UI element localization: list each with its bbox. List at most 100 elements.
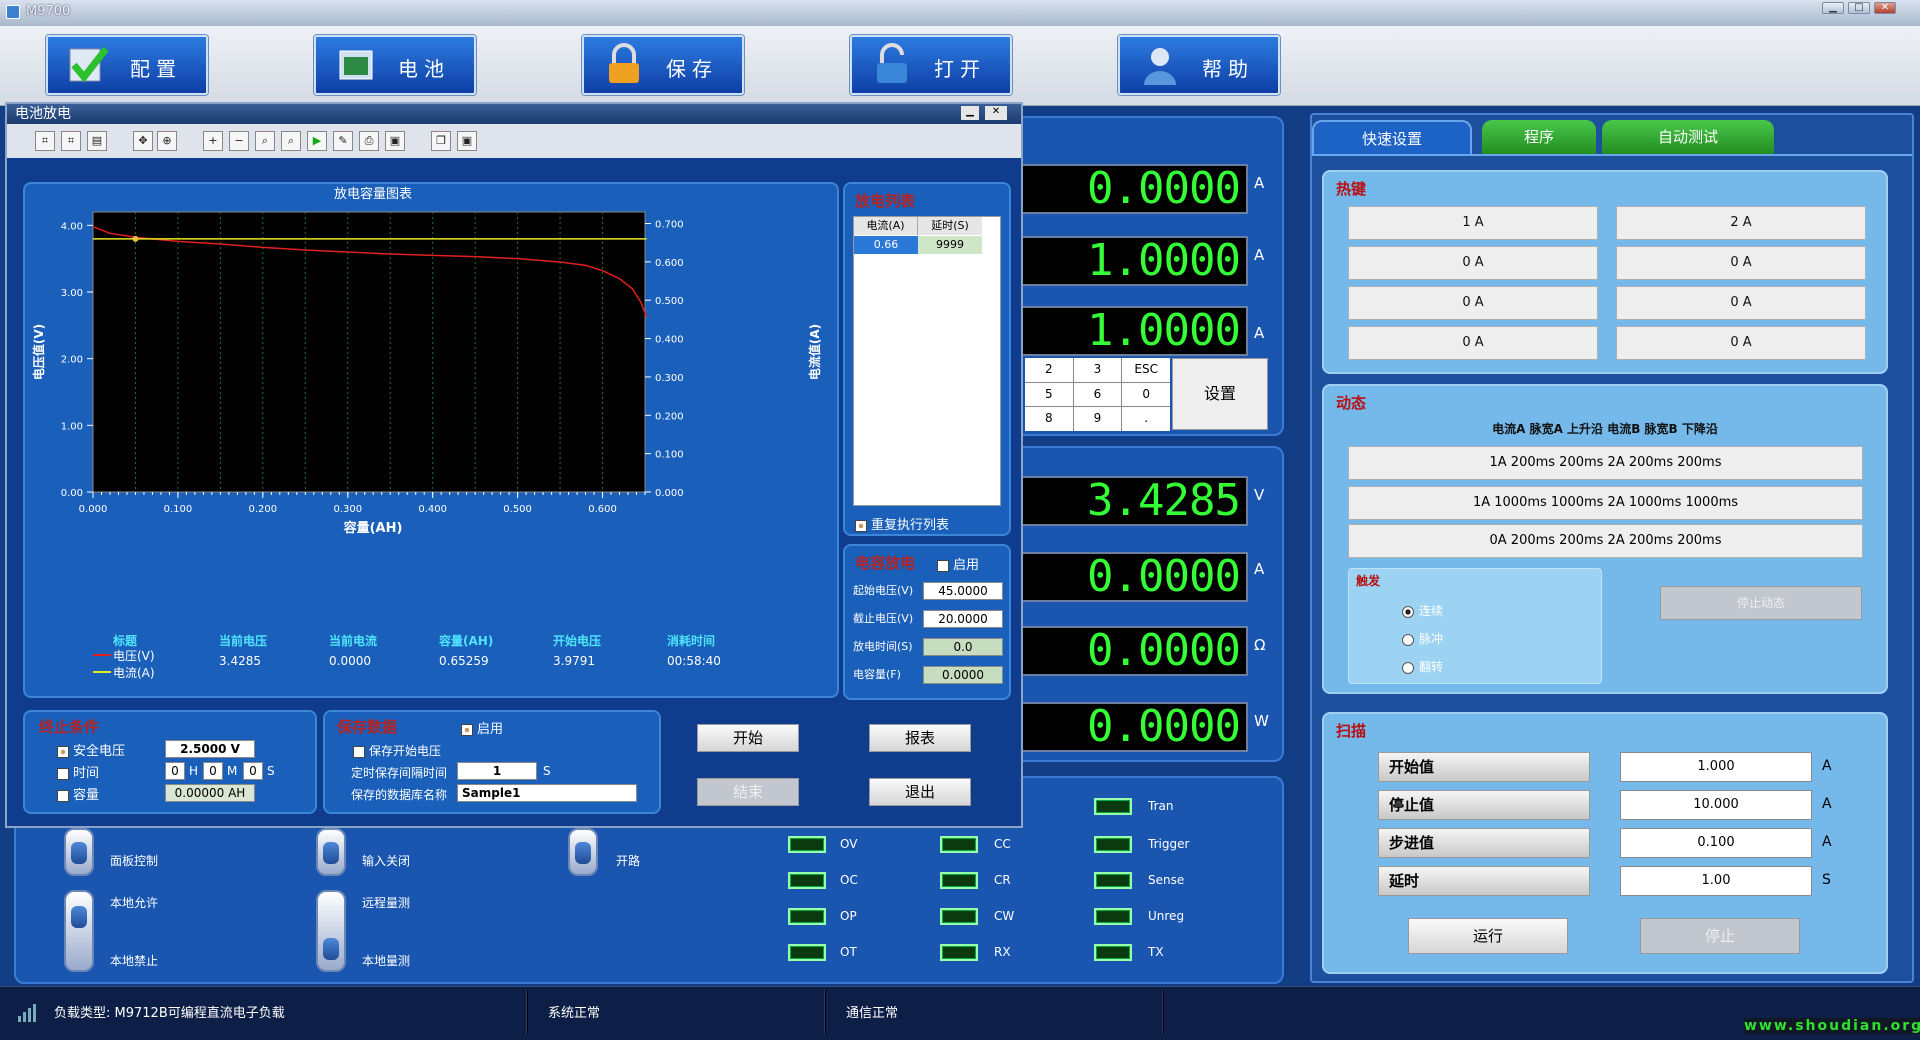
stop-dynamic-button[interactable]: 停止动态 [1660, 586, 1862, 620]
zoom-in-icon[interactable]: + [203, 131, 223, 151]
scan-delay-input[interactable]: 1.00 [1620, 866, 1812, 896]
input-close-switch[interactable] [316, 828, 346, 876]
safe-voltage-checkbox[interactable]: 安全电压 [57, 740, 125, 759]
cap-start-voltage-input[interactable]: 45.0000 [923, 582, 1003, 600]
scan-stop-input[interactable]: 10.000 [1620, 790, 1812, 820]
open-button[interactable]: 打开 [850, 35, 1012, 95]
time-minutes-input[interactable]: 0 [203, 762, 223, 780]
key-2[interactable]: 2 [1025, 358, 1073, 382]
dynamic-item-3[interactable]: 0A 200ms 200ms 2A 200ms 200ms [1348, 524, 1863, 558]
save-name-input[interactable]: Sample1 [457, 784, 637, 802]
safe-voltage-input[interactable]: 2.5000 V [165, 740, 255, 758]
set-button[interactable]: 设置 [1172, 358, 1268, 430]
key-0[interactable]: 0 [1122, 382, 1170, 407]
capacity-checkbox[interactable]: 容量 [57, 784, 99, 803]
save-button[interactable]: 保存 [582, 35, 744, 95]
start-button[interactable]: 开始 [697, 724, 799, 752]
zoom-icon[interactable]: ⌕ [255, 131, 275, 151]
minimize-button[interactable]: ▁ [1822, 2, 1844, 14]
y2-tick-label: 0.000 [655, 488, 684, 499]
setpoint-readout-1: 0.0000 [1020, 164, 1248, 214]
trigger-pulse-radio[interactable]: 脉冲 [1402, 630, 1443, 647]
dialog-minimize-button[interactable]: ▁ [961, 106, 979, 120]
hotkey-4[interactable]: 0 A [1616, 246, 1866, 280]
trigger-continuous-radio[interactable]: 连续 [1402, 602, 1443, 619]
repeat-list-checkbox[interactable]: 重复执行列表 [855, 514, 949, 533]
time-seconds-input[interactable]: 0 [243, 762, 263, 780]
hotkey-3[interactable]: 0 A [1348, 246, 1598, 280]
dynamic-item-2[interactable]: 1A 1000ms 1000ms 2A 1000ms 1000ms [1348, 486, 1863, 520]
y-tick-label: 1.00 [61, 421, 83, 432]
save-interval-input[interactable]: 1 [457, 762, 537, 780]
maximize-button[interactable]: □ [1848, 2, 1870, 14]
scan-title: 扫描 [1336, 722, 1367, 740]
hotkey-2[interactable]: 2 A [1616, 206, 1866, 240]
save-enable-checkbox[interactable]: 启用 [461, 718, 503, 737]
save-disk-icon[interactable]: ▣ [385, 131, 405, 151]
cap-end-voltage-input[interactable]: 20.0000 [923, 610, 1003, 628]
zoom-reset-icon[interactable]: ⌕ [281, 131, 301, 151]
current-readout: 0.0000 [1020, 552, 1248, 602]
end-button[interactable]: 结束 [697, 778, 799, 806]
tab-quick-settings[interactable]: 快速设置 [1312, 120, 1472, 156]
key-9[interactable]: 9 [1073, 407, 1122, 431]
trigger-group [1348, 568, 1602, 684]
key-esc[interactable]: ESC [1122, 358, 1170, 382]
capacitor-enable-checkbox[interactable]: 启用 [937, 554, 979, 573]
list-row-delay[interactable]: 9999 [918, 236, 982, 254]
scan-step-input[interactable]: 0.100 [1620, 828, 1812, 858]
hotkey-6[interactable]: 0 A [1616, 286, 1866, 320]
exit-button[interactable]: 退出 [869, 778, 971, 806]
start-voltage-value: 3.9791 [553, 654, 595, 668]
local-allow-switch[interactable] [64, 890, 94, 972]
key-6[interactable]: 6 [1073, 382, 1122, 407]
copy-icon[interactable]: ❐ [431, 131, 451, 151]
key-3[interactable]: 3 [1073, 358, 1122, 382]
open-circuit-switch[interactable] [568, 828, 598, 876]
led-rx-label: RX [994, 945, 1011, 959]
trigger-toggle-radio[interactable]: 翻转 [1402, 658, 1443, 675]
export-icon[interactable]: ▣ [457, 131, 477, 151]
panel-control-switch[interactable] [64, 828, 94, 876]
y-tick-label: 0.00 [61, 488, 83, 499]
led-tx-label: TX [1148, 945, 1164, 959]
key-dot[interactable]: . [1122, 407, 1170, 431]
tab-auto-test[interactable]: 自动测试 [1602, 120, 1774, 156]
capacity-limit-input[interactable]: 0.00000 AH [165, 784, 255, 802]
config-button[interactable]: 配置 [46, 35, 208, 95]
hotkey-5[interactable]: 0 A [1348, 286, 1598, 320]
eraser-icon[interactable]: ✎ [333, 131, 353, 151]
save-start-voltage-checkbox[interactable]: 保存开始电压 [353, 742, 441, 759]
time-hours-input[interactable]: 0 [165, 762, 185, 780]
cursor-tool-icon[interactable]: ⌗ [35, 131, 55, 151]
print-icon[interactable]: ⎙ [359, 131, 379, 151]
hotkey-1[interactable]: 1 A [1348, 206, 1598, 240]
status-separator [526, 990, 528, 1034]
zoom-out-icon[interactable]: − [229, 131, 249, 151]
hotkey-8[interactable]: 0 A [1616, 326, 1866, 360]
report-button[interactable]: 报表 [869, 724, 971, 752]
run-button[interactable]: 运行 [1408, 918, 1568, 954]
key-5[interactable]: 5 [1025, 382, 1073, 407]
close-button[interactable]: ✕ [1874, 2, 1896, 14]
dialog-close-button[interactable]: ✕ [985, 106, 1007, 120]
cursor2-tool-icon[interactable]: ⌗ [61, 131, 81, 151]
help-button[interactable]: 帮助 [1118, 35, 1280, 95]
battery-button[interactable]: 电池 [314, 35, 476, 95]
led-ot-label: OT [840, 945, 857, 959]
led-cr-label: CR [994, 873, 1011, 887]
scan-start-input[interactable]: 1.000 [1620, 752, 1812, 782]
grid-tool-icon[interactable]: ▤ [87, 131, 107, 151]
stop-button[interactable]: 停止 [1640, 918, 1800, 954]
hotkey-7[interactable]: 0 A [1348, 326, 1598, 360]
key-8[interactable]: 8 [1025, 407, 1073, 431]
list-row-current[interactable]: 0.66 [854, 236, 918, 254]
zoom-fit-icon[interactable]: ⊕ [157, 131, 177, 151]
time-checkbox[interactable]: 时间 [57, 762, 99, 781]
play-icon[interactable]: ▶ [307, 131, 327, 151]
dynamic-item-1[interactable]: 1A 200ms 200ms 2A 200ms 200ms [1348, 446, 1863, 480]
tab-program[interactable]: 程序 [1482, 120, 1596, 156]
sense-switch[interactable] [316, 890, 346, 972]
scan-step-unit: A [1822, 834, 1832, 850]
pan-tool-icon[interactable]: ✥ [133, 131, 153, 151]
